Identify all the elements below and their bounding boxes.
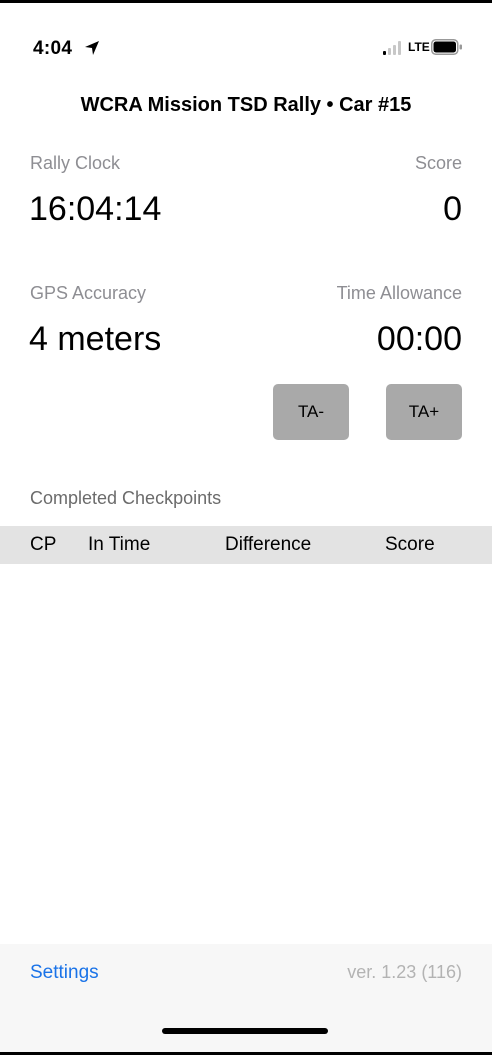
ta-minus-button[interactable]: TA- bbox=[273, 384, 349, 440]
completed-checkpoints-label: Completed Checkpoints bbox=[30, 488, 222, 508]
time-allowance-value: 00:00 bbox=[376, 320, 462, 358]
rally-title: WCRA Mission TSD Rally • Car #15 bbox=[80, 94, 412, 116]
score-label: Score bbox=[414, 153, 462, 173]
checkpoints-list[interactable] bbox=[0, 564, 492, 944]
ta-plus-button[interactable]: TA+ bbox=[386, 384, 462, 440]
column-header-cp: CP bbox=[30, 534, 57, 555]
location-arrow-icon bbox=[85, 41, 99, 55]
gps-accuracy-label: GPS Accuracy bbox=[30, 283, 147, 303]
rally-clock-value: 16:04:14 bbox=[29, 190, 162, 228]
score-value: 0 bbox=[443, 190, 462, 228]
column-header-in-time: In Time bbox=[88, 534, 151, 555]
settings-button[interactable]: Settings bbox=[30, 962, 99, 984]
column-header-difference: Difference bbox=[225, 534, 312, 555]
version-label: ver. 1.23 (116) bbox=[347, 962, 462, 982]
checkpoints-table-header: CP In Time Difference Score bbox=[0, 526, 492, 564]
time-allowance-label: Time Allowance bbox=[336, 283, 462, 303]
network-type: LTE bbox=[408, 40, 430, 54]
status-time: 4:04 bbox=[33, 38, 73, 59]
cellular-signal-icon bbox=[383, 41, 401, 55]
top-border bbox=[0, 0, 492, 3]
battery-icon bbox=[431, 39, 462, 55]
gps-accuracy-value: 4 meters bbox=[29, 320, 162, 358]
rally-clock-label: Rally Clock bbox=[30, 153, 121, 173]
column-header-score: Score bbox=[385, 534, 435, 555]
bottom-toolbar: Settings ver. 1.23 (116) bbox=[0, 944, 492, 1052]
home-indicator[interactable] bbox=[162, 1028, 328, 1034]
status-bar: 4:04 LTE bbox=[0, 22, 492, 62]
